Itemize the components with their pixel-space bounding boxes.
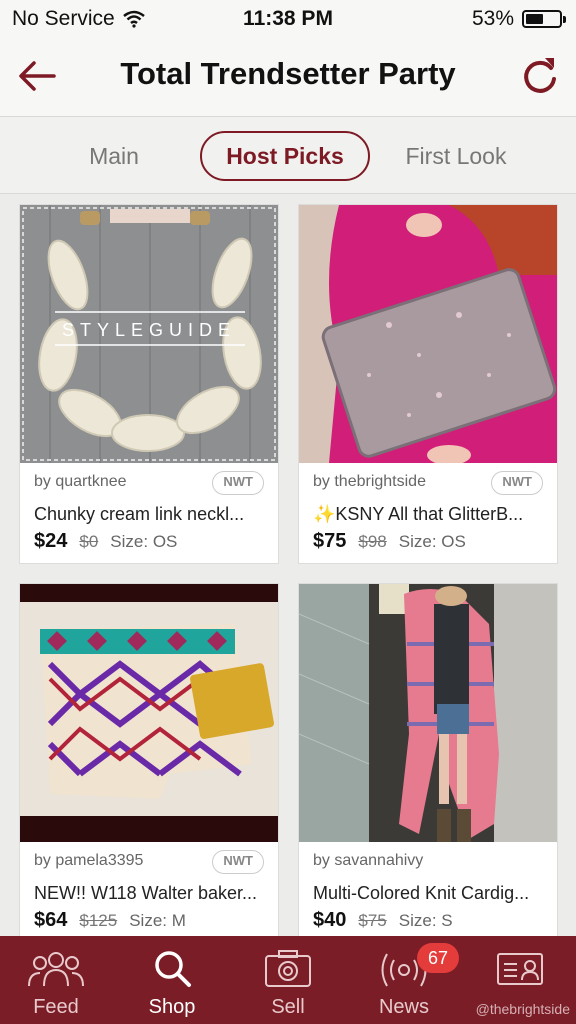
listing-image[interactable]: STYLEGUIDE — [20, 205, 278, 463]
refresh-icon — [524, 58, 556, 93]
condition-badge: NWT — [212, 850, 264, 874]
tabbar-sell[interactable]: Sell — [238, 936, 338, 1024]
seller-name[interactable]: by quartknee — [34, 473, 127, 491]
tabbar-feed[interactable]: Feed — [6, 936, 106, 1024]
original-price: $98 — [358, 532, 387, 551]
price-row: $24 $0 Size: OS — [34, 530, 177, 553]
price-row: $40 $75 Size: S — [313, 909, 453, 932]
listing-title[interactable]: Multi-Colored Knit Cardig... — [313, 883, 547, 904]
listing-price: $40 — [313, 909, 347, 931]
seller-name[interactable]: by savannahivy — [313, 852, 423, 870]
tab-main[interactable]: Main — [64, 131, 164, 181]
battery-percent: 53% — [471, 7, 514, 30]
listing-size: Size: OS — [398, 532, 466, 551]
styleguide-watermark: STYLEGUIDE — [62, 320, 236, 340]
battery-fill — [526, 14, 543, 24]
news-count-badge: 67 — [417, 943, 459, 973]
segment-tabs: Main Host Picks First Look — [0, 116, 576, 194]
battery-icon — [522, 10, 566, 28]
status-right: 53% — [471, 7, 566, 31]
listing-image[interactable] — [20, 584, 278, 842]
listing-card[interactable]: by thebrightside NWT ✨KSNY All that Glit… — [298, 204, 558, 564]
profile-card-icon — [497, 953, 543, 985]
seller-name[interactable]: by thebrightside — [313, 473, 426, 491]
price-row: $75 $98 Size: OS — [313, 530, 466, 553]
refresh-button[interactable] — [518, 54, 562, 98]
listing-size: Size: OS — [110, 532, 178, 551]
camera-icon — [265, 950, 311, 987]
price-row: $64 $125 Size: M — [34, 909, 186, 932]
tabbar-label: Feed — [33, 996, 79, 1018]
watermark-text: @thebrightside — [475, 1001, 570, 1017]
status-bar: No Service 11:38 PM 53% — [0, 0, 576, 38]
listing-card[interactable]: by savannahivy Multi-Colored Knit Cardig… — [298, 583, 558, 943]
listing-size: Size: M — [129, 911, 186, 930]
listing-title[interactable]: NEW!! W118 Walter baker... — [34, 883, 268, 904]
listing-image[interactable] — [299, 584, 557, 842]
tabbar-label: Sell — [271, 996, 305, 1018]
condition-badge: NWT — [212, 471, 264, 495]
tabbar-label: News — [378, 996, 429, 1018]
listing-title[interactable]: Chunky cream link neckl... — [34, 504, 268, 525]
listing-price: $24 — [34, 530, 68, 552]
tab-host-picks[interactable]: Host Picks — [200, 131, 370, 181]
original-price: $0 — [79, 532, 99, 551]
listing-size: Size: S — [398, 911, 453, 930]
nav-bar: Total Trendsetter Party — [0, 38, 576, 116]
condition-badge: NWT — [491, 471, 543, 495]
original-price: $75 — [358, 911, 387, 930]
bottom-tab-bar: Feed Shop Sell News 67 @thebrightside — [0, 936, 576, 1024]
tabbar-label: Shop — [148, 996, 196, 1018]
listing-title[interactable]: ✨KSNY All that GlitterB... — [313, 504, 547, 525]
tabbar-shop[interactable]: Shop — [122, 936, 222, 1024]
seller-name[interactable]: by pamela3395 — [34, 852, 143, 870]
people-icon — [28, 952, 84, 987]
tab-first-look[interactable]: First Look — [385, 131, 527, 181]
listing-price: $75 — [313, 530, 347, 552]
listing-image[interactable] — [299, 205, 557, 463]
page-title: Total Trendsetter Party — [120, 56, 456, 91]
listing-price: $64 — [34, 909, 68, 931]
original-price: $125 — [79, 911, 118, 930]
listing-card[interactable]: STYLEGUIDE by quartknee NWT Chunky cream… — [19, 204, 279, 564]
listing-card[interactable]: by pamela3395 NWT NEW!! W118 Walter bake… — [19, 583, 279, 943]
search-icon — [155, 951, 191, 987]
